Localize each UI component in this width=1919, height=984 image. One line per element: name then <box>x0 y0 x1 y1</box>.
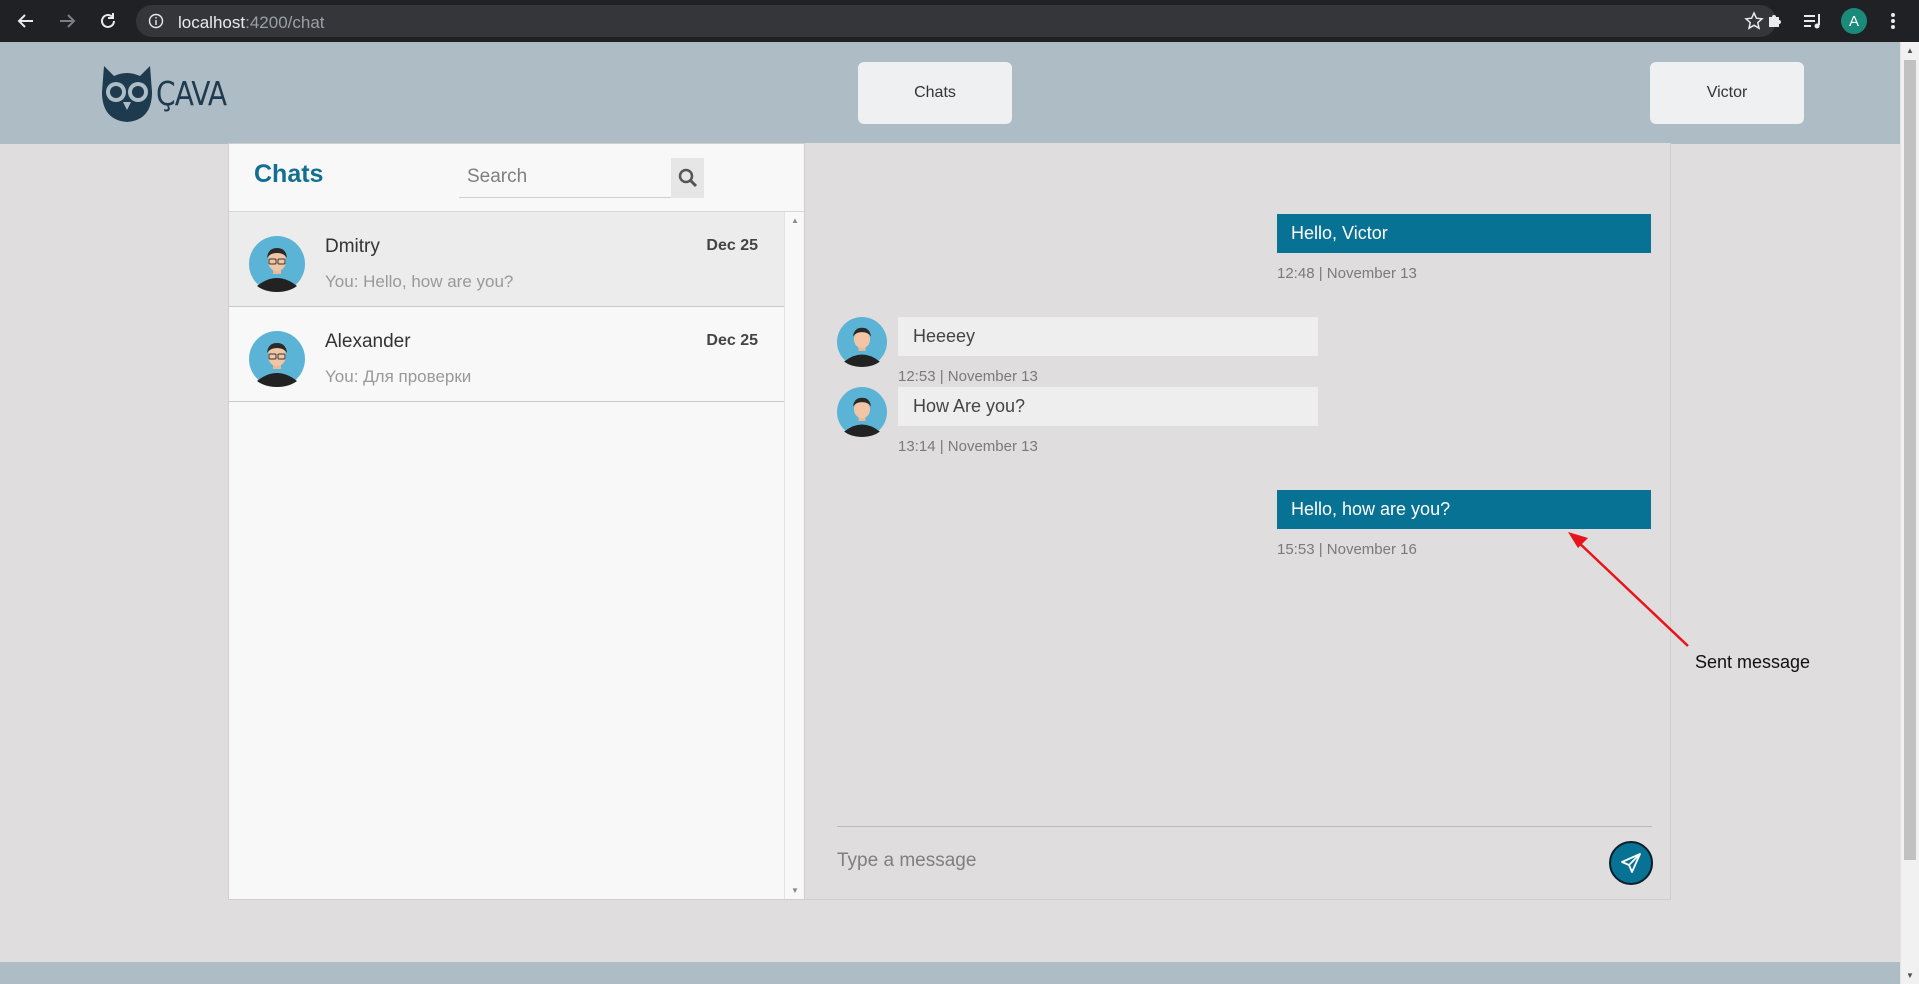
search-box <box>459 158 704 198</box>
chat-list: Dmitry Dec 25 You: Hello, how are you? A… <box>229 212 784 899</box>
footer <box>0 962 1900 984</box>
reload-icon <box>101 13 115 28</box>
avatar <box>249 236 305 292</box>
playlist-icon <box>1804 14 1820 29</box>
profile-avatar: A <box>1841 8 1867 34</box>
avatar <box>837 387 887 437</box>
message-input[interactable] <box>837 843 1537 879</box>
scroll-down-icon[interactable]: ▼ <box>1906 971 1914 980</box>
puzzle-icon <box>1769 15 1781 27</box>
chat-name: Dmitry <box>325 236 380 257</box>
message-meta: 12:48 | November 13 <box>1277 265 1417 282</box>
search-icon <box>678 168 697 188</box>
message-meta: 13:14 | November 13 <box>898 438 1038 455</box>
avatar <box>837 317 887 367</box>
search-input[interactable] <box>459 158 669 196</box>
chat-list-item[interactable]: Dmitry Dec 25 You: Hello, how are you? <box>229 212 784 307</box>
browser-menu-button[interactable] <box>1880 6 1906 36</box>
scroll-up-icon[interactable]: ▲ <box>791 216 799 225</box>
scroll-down-icon[interactable]: ▼ <box>791 886 799 895</box>
incoming-message: How Are you? <box>898 387 1318 426</box>
chat-preview: You: Для проверки <box>325 367 472 386</box>
info-icon[interactable] <box>148 13 164 29</box>
avatar <box>249 331 305 387</box>
scroll-up-icon[interactable]: ▲ <box>1906 46 1914 55</box>
url-text: localhost:4200/chat <box>178 13 325 33</box>
app-header: ÇAVA Chats Victor <box>0 42 1900 144</box>
arrow-right-icon <box>60 14 76 28</box>
media-button[interactable] <box>1798 6 1828 36</box>
annotation-label: Sent message <box>1695 652 1811 672</box>
extensions-button[interactable] <box>1760 6 1790 36</box>
message-meta: 12:53 | November 13 <box>898 368 1038 385</box>
chat-list-header: Chats <box>229 144 804 212</box>
user-menu-button[interactable]: Victor <box>1650 62 1804 124</box>
send-button[interactable] <box>1609 841 1653 885</box>
outgoing-message: Hello, Victor <box>1277 214 1651 253</box>
arrow-left-icon <box>17 14 33 28</box>
url-path: :4200/chat <box>245 13 325 32</box>
chat-date: Dec 25 <box>706 237 758 254</box>
chat-list-item[interactable]: Alexander Dec 25 You: Для проверки <box>229 307 784 402</box>
composer-divider <box>837 826 1652 827</box>
chats-nav-button[interactable]: Chats <box>858 62 1012 124</box>
search-button[interactable] <box>671 158 704 198</box>
chat-date: Dec 25 <box>706 332 758 349</box>
message-meta: 15:53 | November 16 <box>1277 541 1417 558</box>
url-host: localhost <box>178 13 246 32</box>
chat-preview: You: Hello, how are you? <box>325 272 514 291</box>
back-button[interactable] <box>13 8 39 34</box>
owl-logo-icon <box>102 66 152 122</box>
chat-list-panel: Chats Dmitry Dec 25 You: Hello, how are … <box>228 143 805 900</box>
app-logo[interactable]: ÇAVA <box>100 62 239 124</box>
address-bar[interactable]: localhost:4200/chat <box>136 5 1776 37</box>
incoming-message: Heeeey <box>898 317 1318 356</box>
reload-button[interactable] <box>95 8 121 34</box>
profile-button[interactable]: A <box>1839 6 1869 36</box>
outgoing-message: Hello, how are you? <box>1277 490 1651 529</box>
logo-text: ÇAVA <box>156 73 227 113</box>
forward-button[interactable] <box>54 8 80 34</box>
scrollbar-thumb[interactable] <box>1904 60 1916 860</box>
browser-toolbar: localhost:4200/chat A <box>0 0 1919 42</box>
chat-name: Alexander <box>325 331 411 352</box>
chat-list-scrollbar[interactable]: ▲ ▼ <box>784 212 804 899</box>
page-scrollbar[interactable]: ▲ ▼ <box>1900 42 1919 984</box>
chat-list-title: Chats <box>254 160 324 188</box>
conversation-panel: Hello, Victor 12:48 | November 13 Heeeey… <box>805 143 1671 900</box>
kebab-menu-icon <box>1891 13 1895 29</box>
paper-plane-icon <box>1621 853 1641 873</box>
